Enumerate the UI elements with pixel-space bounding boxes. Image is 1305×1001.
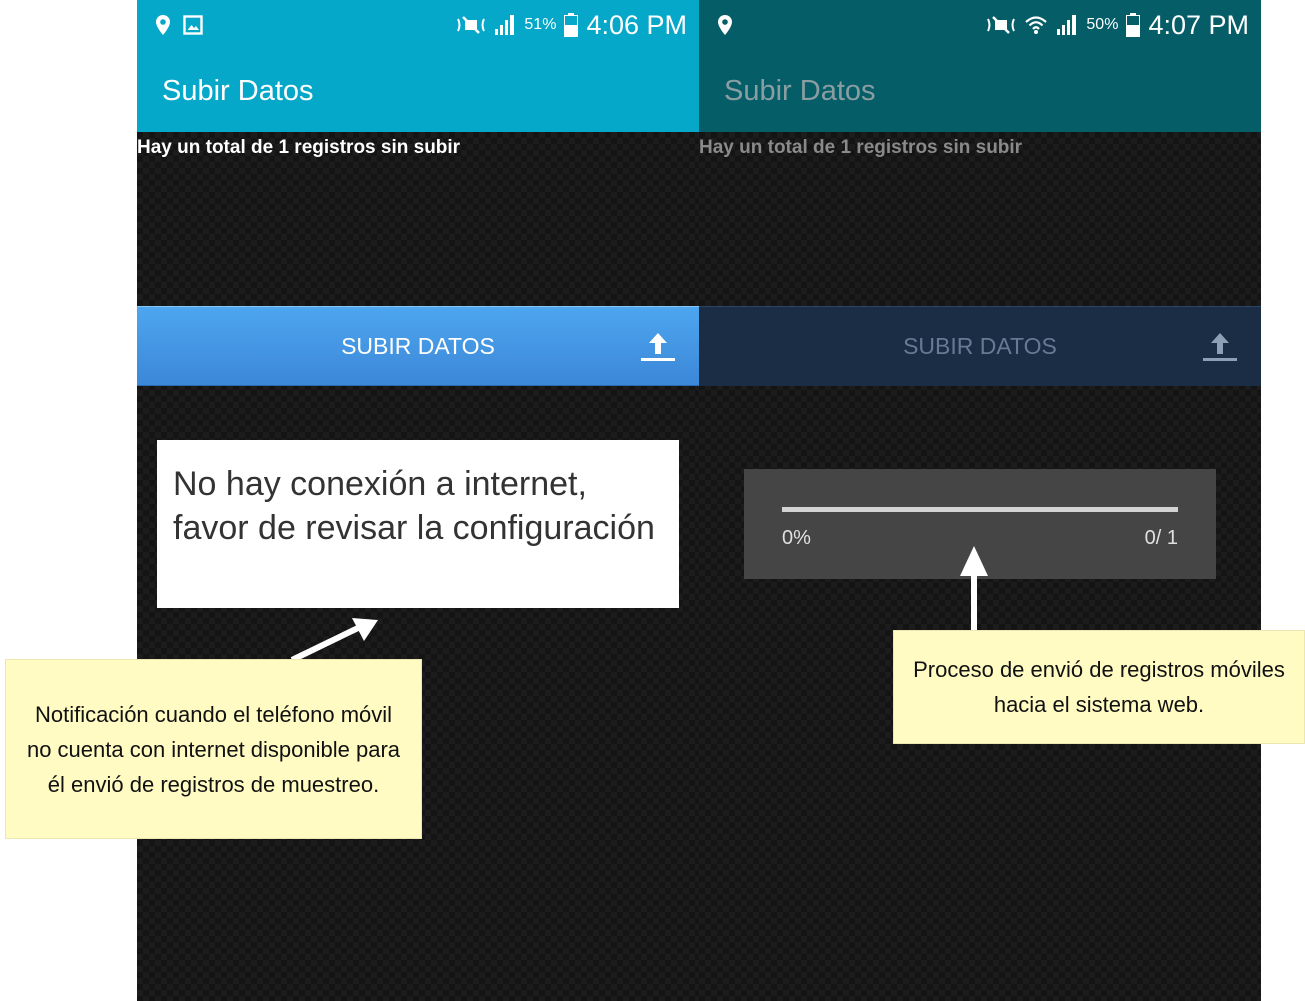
app-bar-title: Subir Datos — [137, 50, 699, 132]
progress-count: 0/ 1 — [1144, 527, 1178, 549]
status-clock: 4:06 PM — [586, 9, 687, 40]
left-annotation-note: Notificación cuando el teléfono móvil no… — [5, 659, 422, 839]
upload-progress-dialog: 0% 0/ 1 — [744, 469, 1216, 579]
location-icon — [717, 14, 733, 36]
status-bar: 50% 4:07 PM — [699, 0, 1261, 50]
signal-strength-icon — [494, 14, 516, 36]
wifi-icon — [1024, 13, 1048, 37]
battery-icon — [564, 13, 579, 37]
battery-percentage: 51% — [524, 16, 557, 33]
left-annotation-text: Notificación cuando el teléfono móvil no… — [26, 701, 401, 797]
silent-mode-icon — [986, 15, 1016, 35]
upload-button-label: SUBIR DATOS — [341, 332, 495, 359]
upload-icon — [639, 332, 677, 368]
left-phone-screen: 51% 4:06 PM Subir Datos Hay un total de … — [137, 0, 699, 1001]
battery-percentage: 50% — [1086, 16, 1119, 33]
app-bar-title: Subir Datos — [699, 50, 1261, 132]
silent-mode-icon — [456, 15, 486, 35]
image-notification-icon — [183, 15, 203, 35]
status-bar: 51% 4:06 PM — [137, 0, 699, 50]
upload-data-button[interactable]: SUBIR DATOS — [699, 306, 1261, 386]
pending-records-text: Hay un total de 1 registros sin subir — [137, 137, 461, 158]
battery-icon — [1126, 13, 1141, 37]
location-icon — [155, 14, 171, 36]
no-internet-toast: No hay conexión a internet, favor de rev… — [157, 440, 679, 608]
right-annotation-text: Proceso de envió de registros móviles ha… — [913, 657, 1285, 717]
signal-strength-icon — [1056, 14, 1078, 36]
progress-percent: 0% — [782, 527, 811, 549]
upload-button-label: SUBIR DATOS — [903, 333, 1057, 359]
status-clock: 4:07 PM — [1148, 9, 1249, 40]
progress-bar — [782, 507, 1178, 512]
right-phone-screen: 50% 4:07 PM Subir Datos Hay un total de … — [699, 0, 1261, 1001]
upload-data-button[interactable]: SUBIR DATOS — [137, 306, 699, 386]
pending-records-text: Hay un total de 1 registros sin subir — [699, 137, 1023, 158]
upload-icon — [1201, 332, 1239, 368]
right-annotation-note: Proceso de envió de registros móviles ha… — [893, 630, 1305, 744]
